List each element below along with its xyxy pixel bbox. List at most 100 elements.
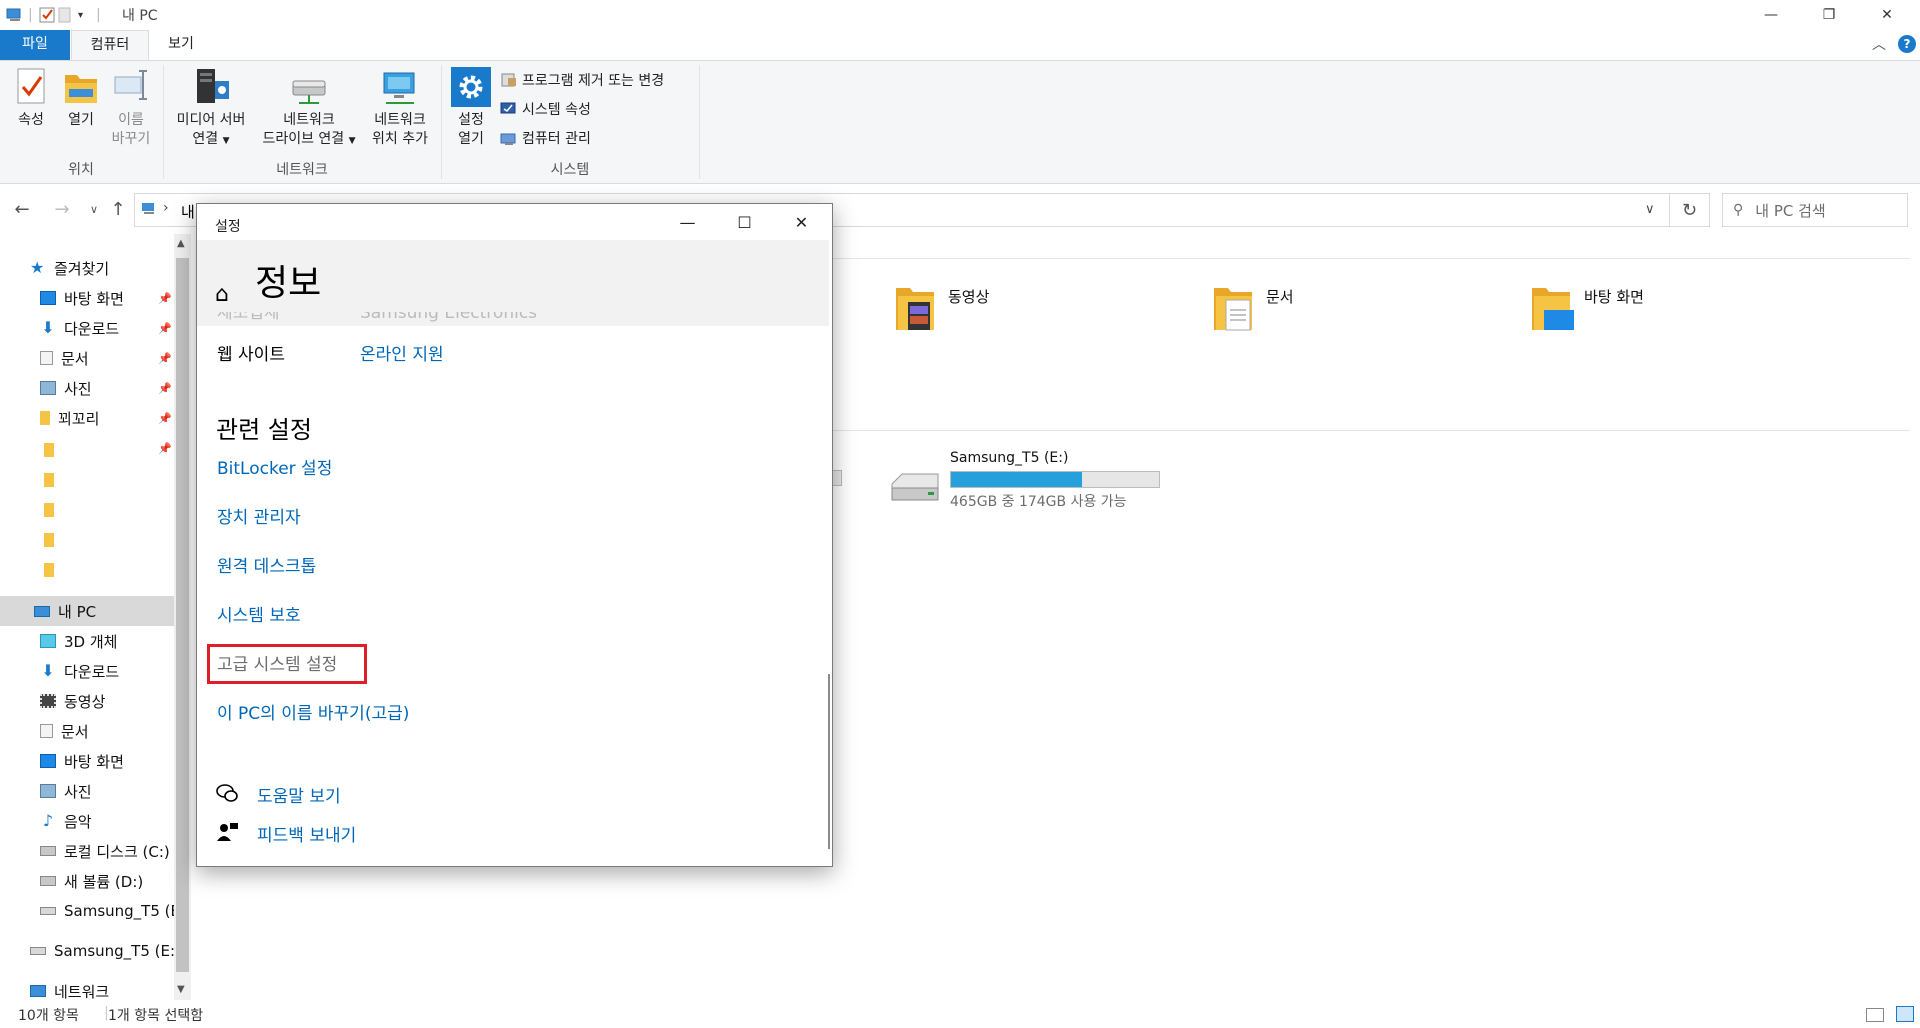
sidebar-item-downloads[interactable]: ⬇ 다운로드 [40,314,119,342]
tab-computer[interactable]: 컴퓨터 [71,30,149,60]
dialog-minimize-button[interactable]: — [659,204,716,240]
folder-icon[interactable] [44,533,54,547]
sidebar-item-quick-access[interactable]: ★ 즐겨찾기 [30,254,109,282]
pin-icon[interactable]: 📌 [158,322,172,335]
tab-file[interactable]: 파일 [0,30,70,60]
back-arrow-icon[interactable]: ← [8,196,36,222]
drive-name[interactable]: Samsung_T5 (E:) [950,450,1068,466]
computer-management-button[interactable]: 컴퓨터 관리 [500,127,591,149]
pin-icon[interactable]: 📌 [158,292,172,305]
system-properties-button[interactable]: 시스템 속성 [500,98,591,120]
ribbon: 속성 열기 이름 바꾸기 위치 미디어 서버 연결 ▼ 네트워크 드라이브 연결… [0,60,1920,184]
sidebar-item-documents[interactable]: 문서 [40,344,89,372]
sidebar-item-network[interactable]: 네트워크 [30,977,109,1005]
scroll-down-icon[interactable]: ▼ [177,984,185,995]
folder-icon[interactable] [44,563,54,577]
media-server-dropdown-icon: ▼ [222,136,230,146]
breadcrumb-this-pc[interactable]: 내 [181,201,195,222]
help-icon[interactable]: ? [1898,35,1916,53]
large-icons-view-icon[interactable] [1896,1006,1914,1022]
restore-button[interactable]: ❐ [1800,0,1858,30]
pin-icon[interactable]: 📌 [158,382,172,395]
map-network-drive-button[interactable]: 네트워크 드라이브 연결 ▼ [256,67,362,151]
open-settings-button[interactable]: 설정 열기 [448,67,494,149]
sidebar-label: 사진 [64,782,92,801]
forward-arrow-icon[interactable]: → [48,196,76,222]
folder-name: 문서 [1266,288,1294,306]
sidebar-item-3d-objects[interactable]: 3D 개체 [40,627,117,655]
close-button[interactable]: ✕ [1858,0,1916,30]
pin-icon[interactable]: 📌 [158,442,172,455]
properties-button[interactable]: 속성 [8,67,54,130]
sidebar-item-folder[interactable]: 꾀꼬리 [40,404,99,432]
search-box[interactable]: ⚲ 내 PC 검색 [1722,193,1908,227]
sidebar-item-downloads-pc[interactable]: ⬇ 다운로드 [40,657,119,685]
sidebar-item-music[interactable]: ♪ 음악 [40,807,92,835]
sidebar-item-pictures[interactable]: 사진 [40,374,92,402]
sidebar-item-samsung-t5-external[interactable]: Samsung_T5 (E:) [30,937,181,965]
sidebar-item-this-pc[interactable]: 내 PC [34,597,96,625]
drive-icon[interactable] [888,470,942,510]
dialog-scrollbar[interactable] [828,674,830,849]
scrollbar-thumb[interactable] [176,258,189,972]
customize-toolbar-dropdown[interactable]: ▾ [78,6,83,24]
open-settings-label-1: 설정 [458,112,484,128]
group-location-label: 위치 [68,162,94,178]
device-manager-link[interactable]: 장치 관리자 [217,503,301,528]
sidebar-item-desktop[interactable]: 바탕 화면 [40,284,124,312]
sidebar-item-videos[interactable]: 동영상 [40,687,105,715]
send-feedback-link[interactable]: 피드백 보내기 [257,821,356,846]
up-arrow-icon[interactable]: ↑ [104,196,132,222]
dialog-maximize-button[interactable]: ☐ [716,204,773,240]
sidebar-item-desktop-pc[interactable]: 바탕 화면 [40,747,124,775]
manufacturer-value: Samsung Electronics [360,312,538,323]
folder-desktop[interactable]: 바탕 화면 [1530,282,1644,334]
refresh-icon[interactable]: ↻ [1670,193,1710,227]
media-server-button[interactable]: 미디어 서버 연결 ▼ [168,67,254,151]
dialog-title: 설정 [215,219,241,235]
add-network-location-button[interactable]: 네트워크 위치 추가 [362,67,438,149]
system-protection-link[interactable]: 시스템 보호 [217,601,301,626]
bitlocker-settings-link[interactable]: BitLocker 설정 [217,454,332,479]
pin-icon[interactable]: 📌 [158,352,172,365]
details-view-icon[interactable] [1866,1008,1884,1022]
folder-videos[interactable]: 동영상 [894,282,989,334]
sidebar-item-samsung-t5[interactable]: Samsung_T5 (E:) [40,897,191,925]
sidebar-item-local-disk-c[interactable]: 로컬 디스크 (C:) [40,837,170,865]
uninstall-program-button[interactable]: 프로그램 제거 또는 변경 [500,69,664,91]
folder-icon[interactable] [44,503,54,517]
remote-desktop-link[interactable]: 원격 데스크톱 [217,552,316,577]
folder-documents[interactable]: 문서 [1212,282,1294,334]
pin-icon[interactable]: 📌 [158,412,172,425]
minimize-button[interactable]: — [1742,0,1800,30]
website-label: 웹 사이트 [217,345,285,365]
media-server-icon [191,67,231,107]
sidebar-scrollbar[interactable]: ▲ ▼ [174,234,191,1000]
computer-icon[interactable] [6,6,24,24]
desktop-folder-icon [1530,282,1574,334]
address-dropdown-icon[interactable]: ∨ [1645,202,1655,217]
sidebar-label: 즐겨찾기 [54,259,110,278]
online-support-link[interactable]: 온라인 지원 [360,340,444,365]
rename-button[interactable]: 이름 바꾸기 [106,67,156,149]
folder-icon[interactable] [44,443,54,457]
sidebar-item-pictures-pc[interactable]: 사진 [40,777,92,805]
dialog-close-button[interactable]: ✕ [773,204,830,240]
network-drive-icon [289,67,329,107]
folder-icon[interactable] [44,473,54,487]
desktop-icon [40,754,56,768]
breadcrumb-chevron-icon[interactable]: › [163,200,169,216]
drive-icon [30,947,46,955]
home-icon[interactable]: ⌂ [215,282,229,307]
sidebar-item-volume-d[interactable]: 새 볼륨 (D:) [40,867,143,895]
open-button[interactable]: 열기 [58,67,104,130]
sidebar-item-documents-pc[interactable]: 문서 [40,717,89,745]
new-folder-quick-icon[interactable] [58,6,72,24]
video-folder-icon [894,282,938,334]
collapse-ribbon-icon[interactable]: ︿ [1872,34,1886,54]
scroll-up-icon[interactable]: ▲ [177,238,185,249]
properties-quick-icon[interactable] [38,6,56,24]
tab-view[interactable]: 보기 [151,30,211,60]
get-help-link[interactable]: 도움말 보기 [257,782,341,807]
rename-pc-advanced-link[interactable]: 이 PC의 이름 바꾸기(고급) [217,699,409,724]
